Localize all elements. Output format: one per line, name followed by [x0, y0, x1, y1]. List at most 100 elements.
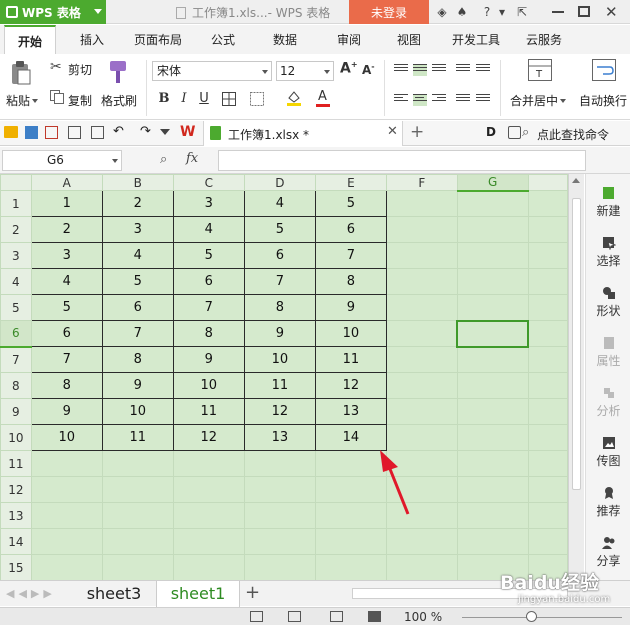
align-right-icon[interactable]: [432, 94, 446, 106]
tab-home[interactable]: 开始: [4, 25, 56, 55]
decrease-font-icon[interactable]: A-: [362, 62, 375, 77]
print-icon[interactable]: [68, 126, 81, 139]
sidebar-item-new[interactable]: 新建: [586, 186, 630, 219]
tab-data[interactable]: 数据: [262, 25, 308, 54]
name-box[interactable]: G6: [2, 150, 122, 171]
sidebar-item-label: 传图: [596, 454, 621, 468]
wrap-text-icon[interactable]: [592, 59, 616, 81]
print-preview-icon[interactable]: [91, 126, 104, 139]
font-name-select[interactable]: 宋体: [152, 61, 272, 81]
skin-icon[interactable]: ◈: [435, 5, 449, 19]
indent-right-icon[interactable]: [476, 64, 490, 76]
cell-style-icon[interactable]: [250, 92, 264, 106]
sheet-nav-arrows-icon[interactable]: ◀◀▶▶: [6, 587, 56, 600]
annotation-arrow-head: [380, 450, 398, 472]
zoom-slider[interactable]: [462, 617, 622, 618]
font-size-select[interactable]: 12: [276, 61, 334, 81]
fill-color-icon[interactable]: [286, 90, 302, 106]
right-sidebar: 新建 选择 形状 属性 分析 传图 推荐 分享: [585, 174, 630, 580]
cut-button[interactable]: 剪切: [68, 61, 92, 78]
watermark-text: Baidu经验: [500, 572, 599, 594]
function-icon[interactable]: fx: [186, 151, 198, 166]
reading-mode-icon[interactable]: [368, 611, 381, 622]
find-command-input[interactable]: 点此查找命令: [537, 126, 609, 143]
docer-icon[interactable]: D: [486, 125, 496, 139]
format-painter-icon[interactable]: [106, 59, 130, 85]
merge-center-button[interactable]: 合并居中: [510, 92, 567, 109]
chevron-down-icon[interactable]: ▾: [495, 5, 509, 19]
font-size-value: 12: [280, 64, 296, 78]
sidebar-item-share[interactable]: 分享: [586, 536, 630, 569]
sidebar-item-select[interactable]: 选择: [586, 236, 630, 269]
align-top-icon[interactable]: [394, 64, 408, 76]
paste-icon[interactable]: [10, 60, 32, 86]
tab-page-layout[interactable]: 页面布局: [128, 25, 188, 54]
new-tab-icon[interactable]: +: [410, 122, 424, 142]
close-icon[interactable]: ✕: [605, 3, 618, 21]
fullscreen-icon[interactable]: ⇱: [515, 5, 529, 19]
spreadsheet-grid[interactable]: ABCDEFG112345223456334567445678556789667…: [0, 174, 568, 580]
save-icon[interactable]: [25, 126, 38, 139]
font-color-icon[interactable]: A: [318, 89, 327, 104]
merge-center-label: 合并居中: [510, 94, 559, 108]
document-tab[interactable]: 工作簿1.xlsx * ✕: [203, 121, 403, 146]
copy-button[interactable]: 复制: [68, 92, 92, 109]
title-bar: WPS 表格 工作簿1.xls...- WPS 表格 未登录 ◈ ♠ ? ▾ ⇱…: [0, 0, 630, 24]
sidebar-item-upload-image[interactable]: 传图: [586, 436, 630, 469]
chevron-down-icon[interactable]: [160, 129, 170, 135]
formula-input[interactable]: [218, 150, 586, 171]
tab-review[interactable]: 审阅: [326, 25, 372, 54]
scissors-icon[interactable]: ✂: [50, 59, 62, 75]
align-bottom-icon[interactable]: [432, 64, 446, 76]
tab-developer[interactable]: 开发工具: [446, 25, 506, 54]
indent-left-icon[interactable]: [456, 64, 470, 76]
format-painter-button[interactable]: 格式刷: [101, 92, 137, 109]
tab-insert[interactable]: 插入: [70, 25, 114, 54]
page-layout-view-icon[interactable]: [288, 611, 301, 622]
underline-icon[interactable]: U: [196, 91, 212, 106]
distribute-icon[interactable]: [476, 94, 490, 106]
help-icon[interactable]: ?: [480, 5, 494, 19]
tab-cloud-service[interactable]: 云服务: [518, 25, 570, 54]
export-pdf-icon[interactable]: [45, 126, 58, 139]
zoom-slider-handle[interactable]: [526, 611, 537, 622]
close-icon[interactable]: ✕: [387, 124, 398, 139]
bookmark-icon[interactable]: [508, 126, 521, 139]
ribbon-divider: [146, 60, 147, 116]
add-sheet-icon[interactable]: +: [245, 582, 260, 603]
align-center-icon[interactable]: [413, 94, 427, 106]
italic-icon[interactable]: I: [176, 91, 192, 106]
scroll-thumb[interactable]: [572, 198, 581, 490]
sidebar-item-recommend[interactable]: 推荐: [586, 486, 630, 519]
merge-center-icon[interactable]: T: [528, 59, 552, 81]
scroll-up-icon[interactable]: [572, 178, 580, 183]
copy-icon[interactable]: [50, 90, 64, 104]
open-folder-icon[interactable]: [4, 126, 18, 138]
tab-view[interactable]: 视图: [386, 25, 432, 54]
normal-view-icon[interactable]: [250, 611, 263, 622]
align-left-icon[interactable]: [394, 94, 408, 106]
increase-font-icon[interactable]: A+: [340, 60, 358, 77]
vertical-scrollbar[interactable]: [568, 174, 584, 580]
undo-icon[interactable]: ↶: [113, 124, 124, 139]
align-middle-icon[interactable]: [413, 64, 427, 76]
bold-icon[interactable]: B: [156, 91, 172, 106]
maximize-icon[interactable]: [578, 6, 590, 17]
redo-icon[interactable]: ↷: [140, 124, 151, 139]
page-break-view-icon[interactable]: [330, 611, 343, 622]
login-button[interactable]: 未登录: [349, 0, 429, 24]
border-icon[interactable]: [222, 92, 236, 106]
sheet-tab-sheet1[interactable]: sheet1: [156, 581, 240, 607]
minimize-icon[interactable]: [552, 11, 564, 13]
paste-button[interactable]: 粘贴: [6, 92, 39, 109]
zoom-search-icon[interactable]: ⌕: [160, 152, 167, 167]
app-menu-button[interactable]: WPS 表格: [0, 0, 106, 24]
justify-icon[interactable]: [456, 94, 470, 106]
shirt-icon[interactable]: ♠: [455, 5, 469, 19]
sheet-tab-sheet3[interactable]: sheet3: [72, 581, 156, 607]
tab-formulas[interactable]: 公式: [200, 25, 246, 54]
wrap-text-button[interactable]: 自动换行: [579, 92, 630, 109]
sidebar-item-shape[interactable]: 形状: [586, 286, 630, 319]
sidebar-item-label: 形状: [596, 304, 621, 318]
share-icon: [601, 537, 614, 549]
